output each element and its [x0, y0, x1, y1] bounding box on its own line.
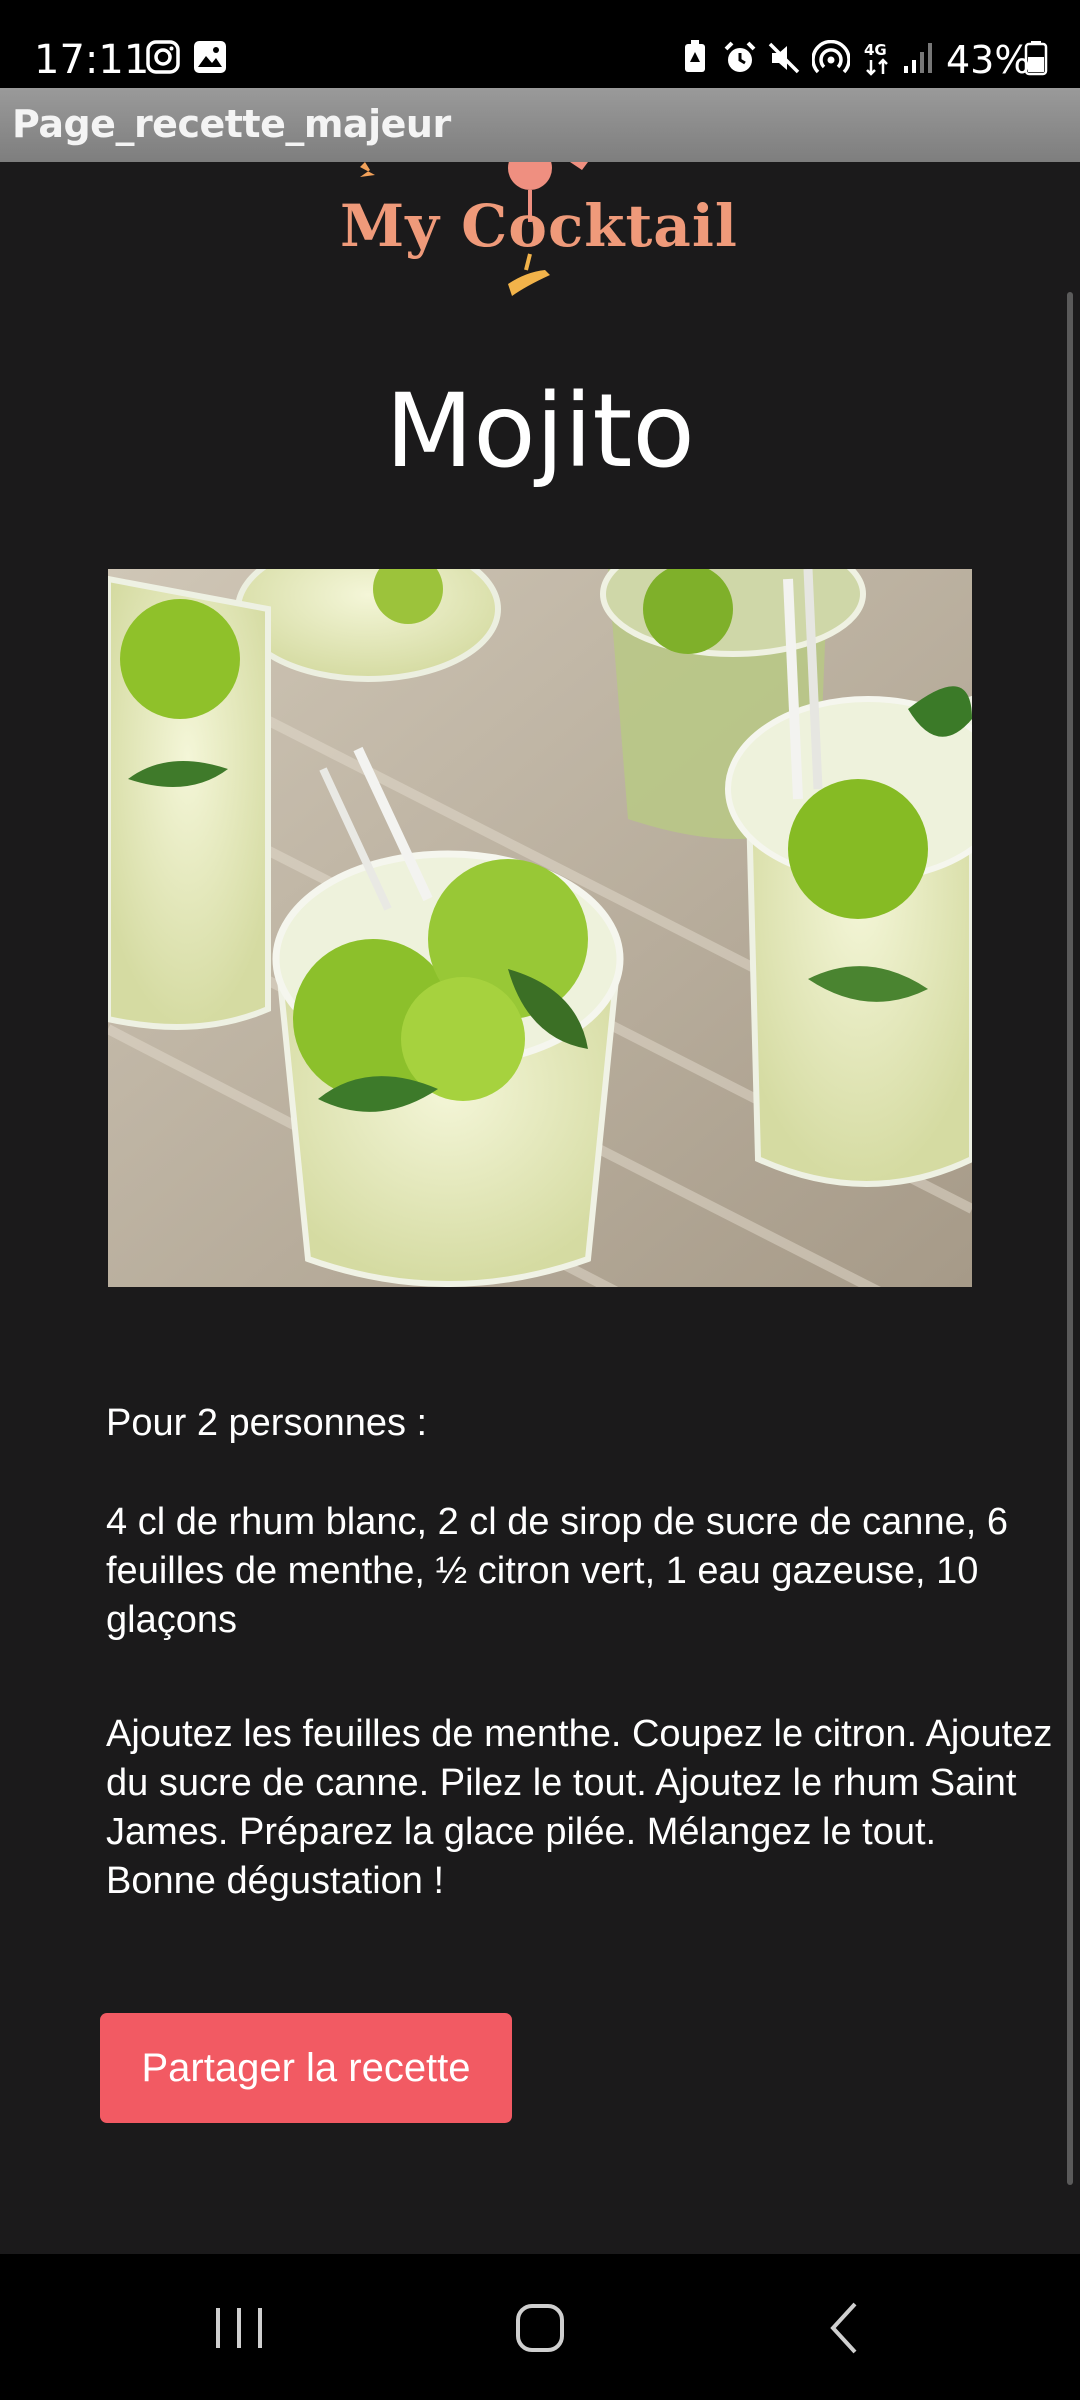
logo: My Cocktail [330, 162, 737, 322]
mute-icon [768, 42, 800, 74]
ingredients-text: 4 cl de rhum blanc, 2 cl de sirop de suc… [106, 1501, 1008, 1641]
recipe-title: Mojito [385, 372, 695, 491]
alarm-icon [724, 41, 756, 72]
share-recipe-button[interactable]: Partager la recette [100, 2013, 512, 2123]
signal-icon [904, 43, 932, 73]
screen: 17:11 4G 43% Page_recette_majeur My Cock… [0, 0, 1080, 2400]
navigation-bar [0, 2254, 1080, 2400]
app-bar: Page_recette_majeur [0, 88, 1080, 162]
instructions-text: Ajoutez les feuilles de menthe. Coupez l… [106, 1713, 1053, 1902]
logo-text: My Cocktail [340, 192, 738, 260]
network-4g-icon: 4G [864, 41, 888, 76]
battery-icon [1024, 41, 1048, 76]
back-icon [830, 2302, 857, 2354]
mojito-image [108, 569, 972, 1287]
recents-icon [216, 2308, 262, 2348]
recents-button[interactable] [194, 2292, 284, 2362]
home-icon [516, 2304, 564, 2352]
app-bar-title: Page_recette_majeur [12, 102, 451, 146]
back-button[interactable] [800, 2292, 890, 2362]
hotspot-icon [812, 40, 850, 74]
status-time: 17:11 [34, 37, 150, 83]
gallery-icon [194, 41, 226, 73]
recipe-photo [108, 569, 972, 1287]
recipe-content[interactable]: My Cocktail Mojito Pour 2 personnes: 4 … [0, 162, 1080, 2254]
scrollbar[interactable] [1067, 292, 1073, 2185]
battery-saver-icon [685, 40, 705, 72]
network-label: 4G [864, 41, 887, 59]
servings-text: Pour 2 personnes : [106, 1402, 428, 1444]
status-bar: 17:11 4G 43% [0, 0, 1080, 88]
battery-percent: 43% [946, 38, 1031, 82]
instagram-icon [146, 40, 180, 74]
home-button[interactable] [495, 2292, 585, 2362]
